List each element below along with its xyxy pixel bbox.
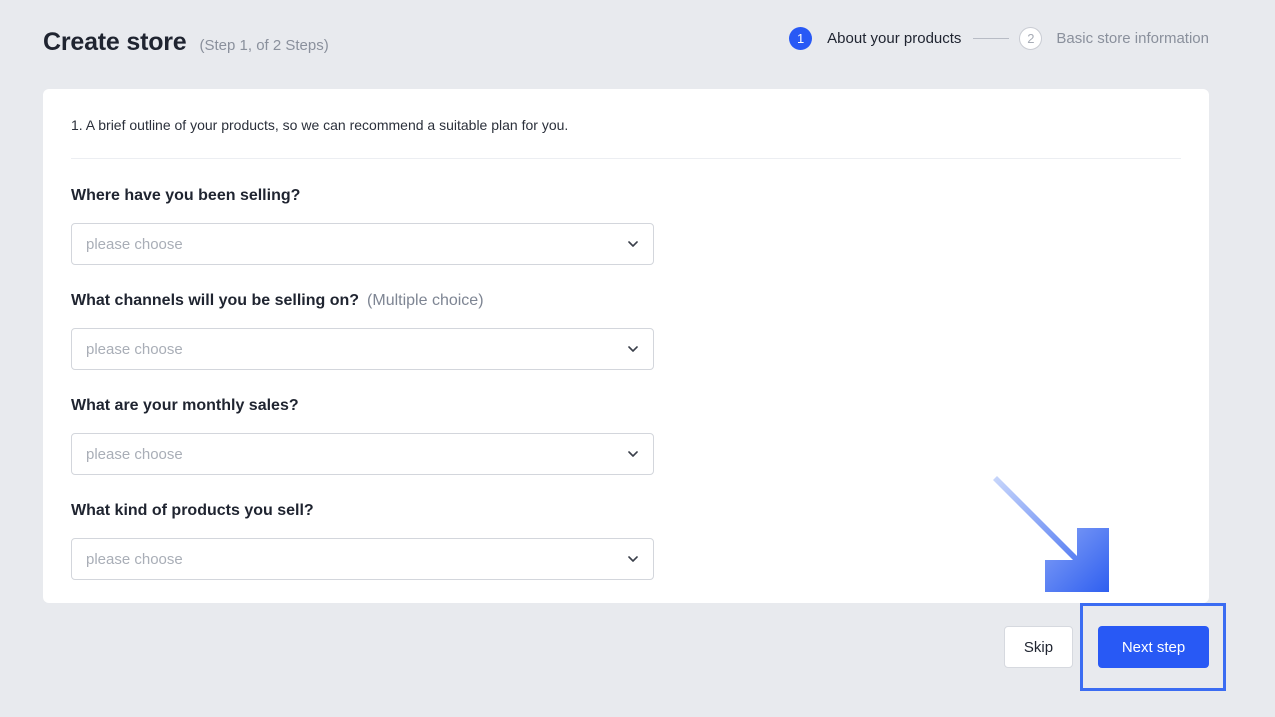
form-intro: 1. A brief outline of your products, so … — [71, 117, 569, 133]
step-2-label: Basic store information — [1056, 29, 1209, 47]
form-card: 1. A brief outline of your products, so … — [43, 89, 1209, 603]
select-monthly-sales[interactable]: please choose — [71, 433, 654, 475]
select-channels[interactable]: please choose — [71, 328, 654, 370]
next-step-button[interactable]: Next step — [1098, 626, 1209, 668]
chevron-down-icon — [628, 346, 638, 352]
question-text: What kind of products you sell? — [71, 502, 314, 519]
question-channels-label: What channels will you be selling on? (Mu… — [71, 292, 484, 310]
chevron-down-icon — [628, 451, 638, 457]
select-product-kind[interactable]: please choose — [71, 538, 654, 580]
step-2: 2 Basic store information — [1019, 26, 1209, 50]
question-text: Where have you been selling? — [71, 187, 301, 204]
select-placeholder: please choose — [86, 235, 183, 253]
page-subtitle: (Step 1, of 2 Steps) — [199, 37, 329, 54]
step-1-label: About your products — [827, 29, 962, 47]
page-title: Create store — [43, 28, 187, 56]
question-products-label: What kind of products you sell? — [71, 502, 314, 520]
question-text: What channels will you be selling on? — [71, 292, 360, 309]
select-placeholder: please choose — [86, 445, 183, 463]
question-selling-label: Where have you been selling? — [71, 187, 300, 205]
create-store-page: Create store (Step 1, of 2 Steps) 1 Abou… — [0, 0, 1275, 717]
chevron-down-icon — [628, 556, 638, 562]
select-placeholder: please choose — [86, 550, 183, 568]
page-header: Create store (Step 1, of 2 Steps) — [43, 28, 329, 57]
question-sales-label: What are your monthly sales? — [71, 397, 299, 415]
select-placeholder: please choose — [86, 340, 183, 358]
stepper: 1 About your products 2 Basic store info… — [789, 26, 1209, 50]
question-text: What are your monthly sales? — [71, 397, 299, 414]
question-hint: (Multiple choice) — [367, 292, 484, 309]
select-selling-location[interactable]: please choose — [71, 223, 654, 265]
step-1: 1 About your products — [789, 26, 962, 50]
step-connector — [973, 37, 1010, 39]
divider — [71, 158, 1181, 159]
chevron-down-icon — [628, 241, 638, 247]
step-1-number: 1 — [789, 26, 813, 50]
skip-button[interactable]: Skip — [1004, 626, 1073, 668]
step-2-number: 2 — [1019, 26, 1043, 50]
